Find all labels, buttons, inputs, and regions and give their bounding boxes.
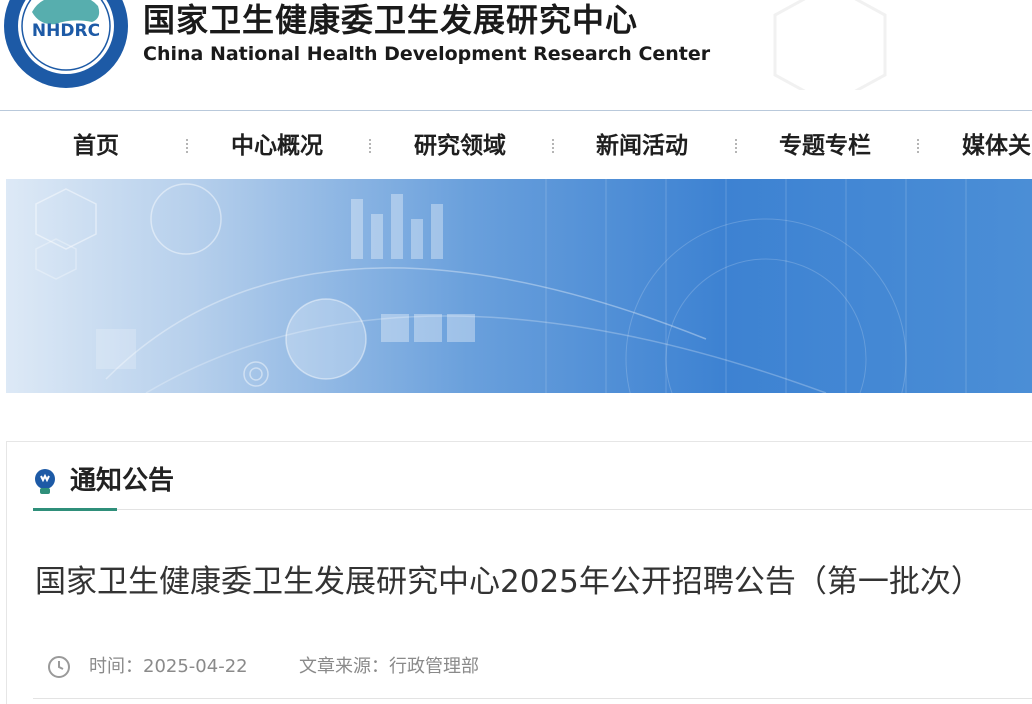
nav-separator [917,139,919,153]
time-label: 时间： [89,656,143,677]
section-title: 通知公告 [70,466,175,496]
article-title: 国家卫生健康委卫生发展研究中心2025年公开招聘公告（第一批次） [35,564,982,600]
publish-time: 时间：2025-04-22 [89,652,248,682]
meta-divider [33,698,1032,699]
lightbulb-icon [35,469,55,494]
banner-illustration [35,179,967,393]
hero-banner [6,179,1032,393]
nav-separator [735,139,737,153]
nav-separator [552,139,554,153]
article-source: 文章来源：行政管理部 [299,652,479,682]
logo-text: NHDRC [32,21,100,41]
nav-item-research[interactable]: 研究领域 [414,111,506,179]
hexagon-decoration [773,0,887,90]
clock-icon [48,656,70,678]
nav-item-home[interactable]: 首页 [73,111,119,179]
notice-panel: 通知公告 国家卫生健康委卫生发展研究中心2025年公开招聘公告（第一批次） 时间… [6,441,1032,704]
nav-item-topics[interactable]: 专题专栏 [779,111,871,179]
nav-separator [186,139,188,153]
nav-item-media[interactable]: 媒体关 [962,111,1031,179]
main-nav: 首页 中心概况 研究领域 新闻活动 专题专栏 媒体关 [0,111,1032,179]
source-value: 行政管理部 [389,656,479,677]
site-title-en: China National Health Development Resear… [143,43,711,65]
nav-item-news[interactable]: 新闻活动 [596,111,688,179]
site-title-cn: 国家卫生健康委卫生发展研究中心 [143,1,639,39]
nav-separator [369,139,371,153]
site-header: NHDRC 国家卫生健康委卫生发展研究中心 China National Hea… [0,0,1032,111]
time-value: 2025-04-22 [143,656,248,677]
source-label: 文章来源： [299,656,389,677]
section-underline [33,508,117,511]
nav-item-about[interactable]: 中心概况 [231,111,323,179]
nhdrc-logo[interactable]: NHDRC [2,0,130,90]
section-divider [33,509,1032,510]
